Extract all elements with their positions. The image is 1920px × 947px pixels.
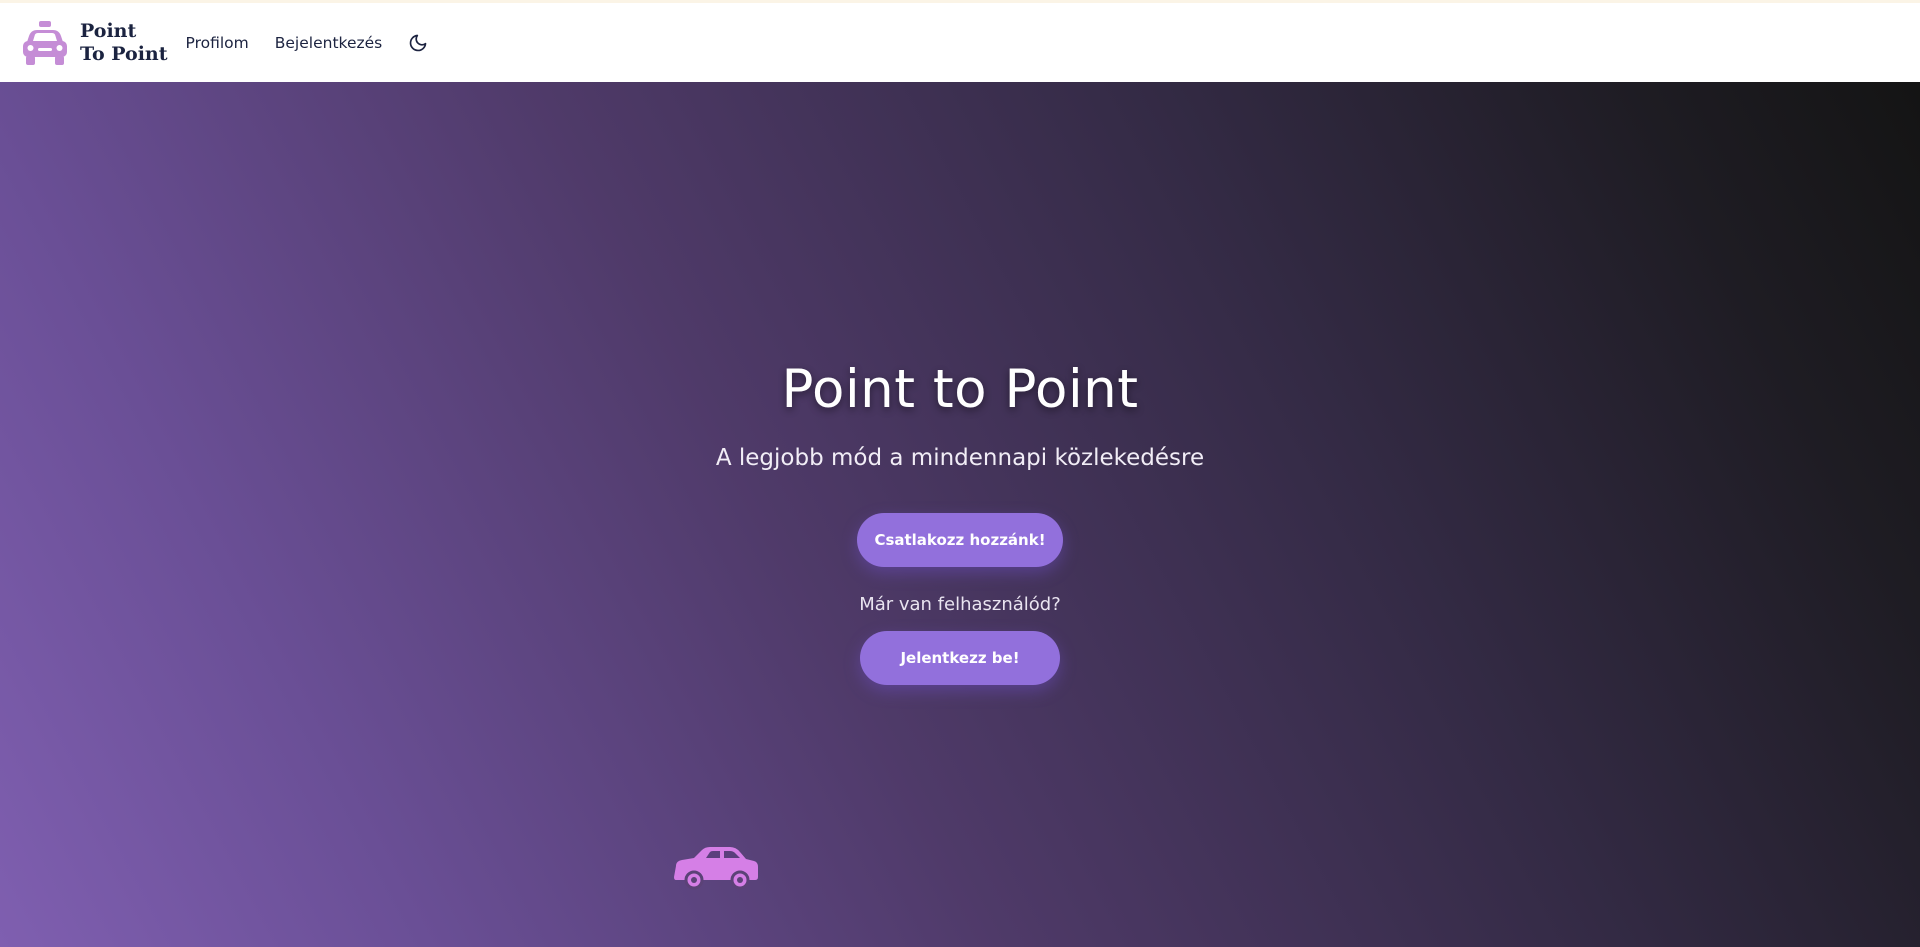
hero-subtitle: A legjobb mód a mindennapi közlekedésre (715, 445, 1205, 471)
nav-link-profile[interactable]: Profilom (186, 34, 249, 52)
brand-name-line1: Point (80, 19, 137, 42)
join-button[interactable]: Csatlakozz hozzánk! (857, 513, 1063, 567)
theme-toggle-button[interactable] (406, 31, 430, 55)
taxi-icon (23, 20, 67, 65)
login-button[interactable]: Jelentkezz be! (860, 631, 1060, 685)
brand-name: Point To Point (80, 20, 168, 66)
hero-title: Point to Point (781, 359, 1139, 420)
already-registered-text: Már van felhasználód? (859, 594, 1061, 615)
hero-section: Point to Point A legjobb mód a mindennap… (0, 82, 1920, 947)
brand-name-line2: To Point (80, 42, 168, 65)
car-icon (674, 847, 758, 890)
brand-logo-link[interactable]: Point To Point (20, 19, 168, 67)
nav-link-login[interactable]: Bejelentkezés (275, 34, 382, 52)
moon-icon (409, 34, 427, 51)
navbar: Point To Point Profilom Bejelentkezés (0, 3, 1920, 82)
